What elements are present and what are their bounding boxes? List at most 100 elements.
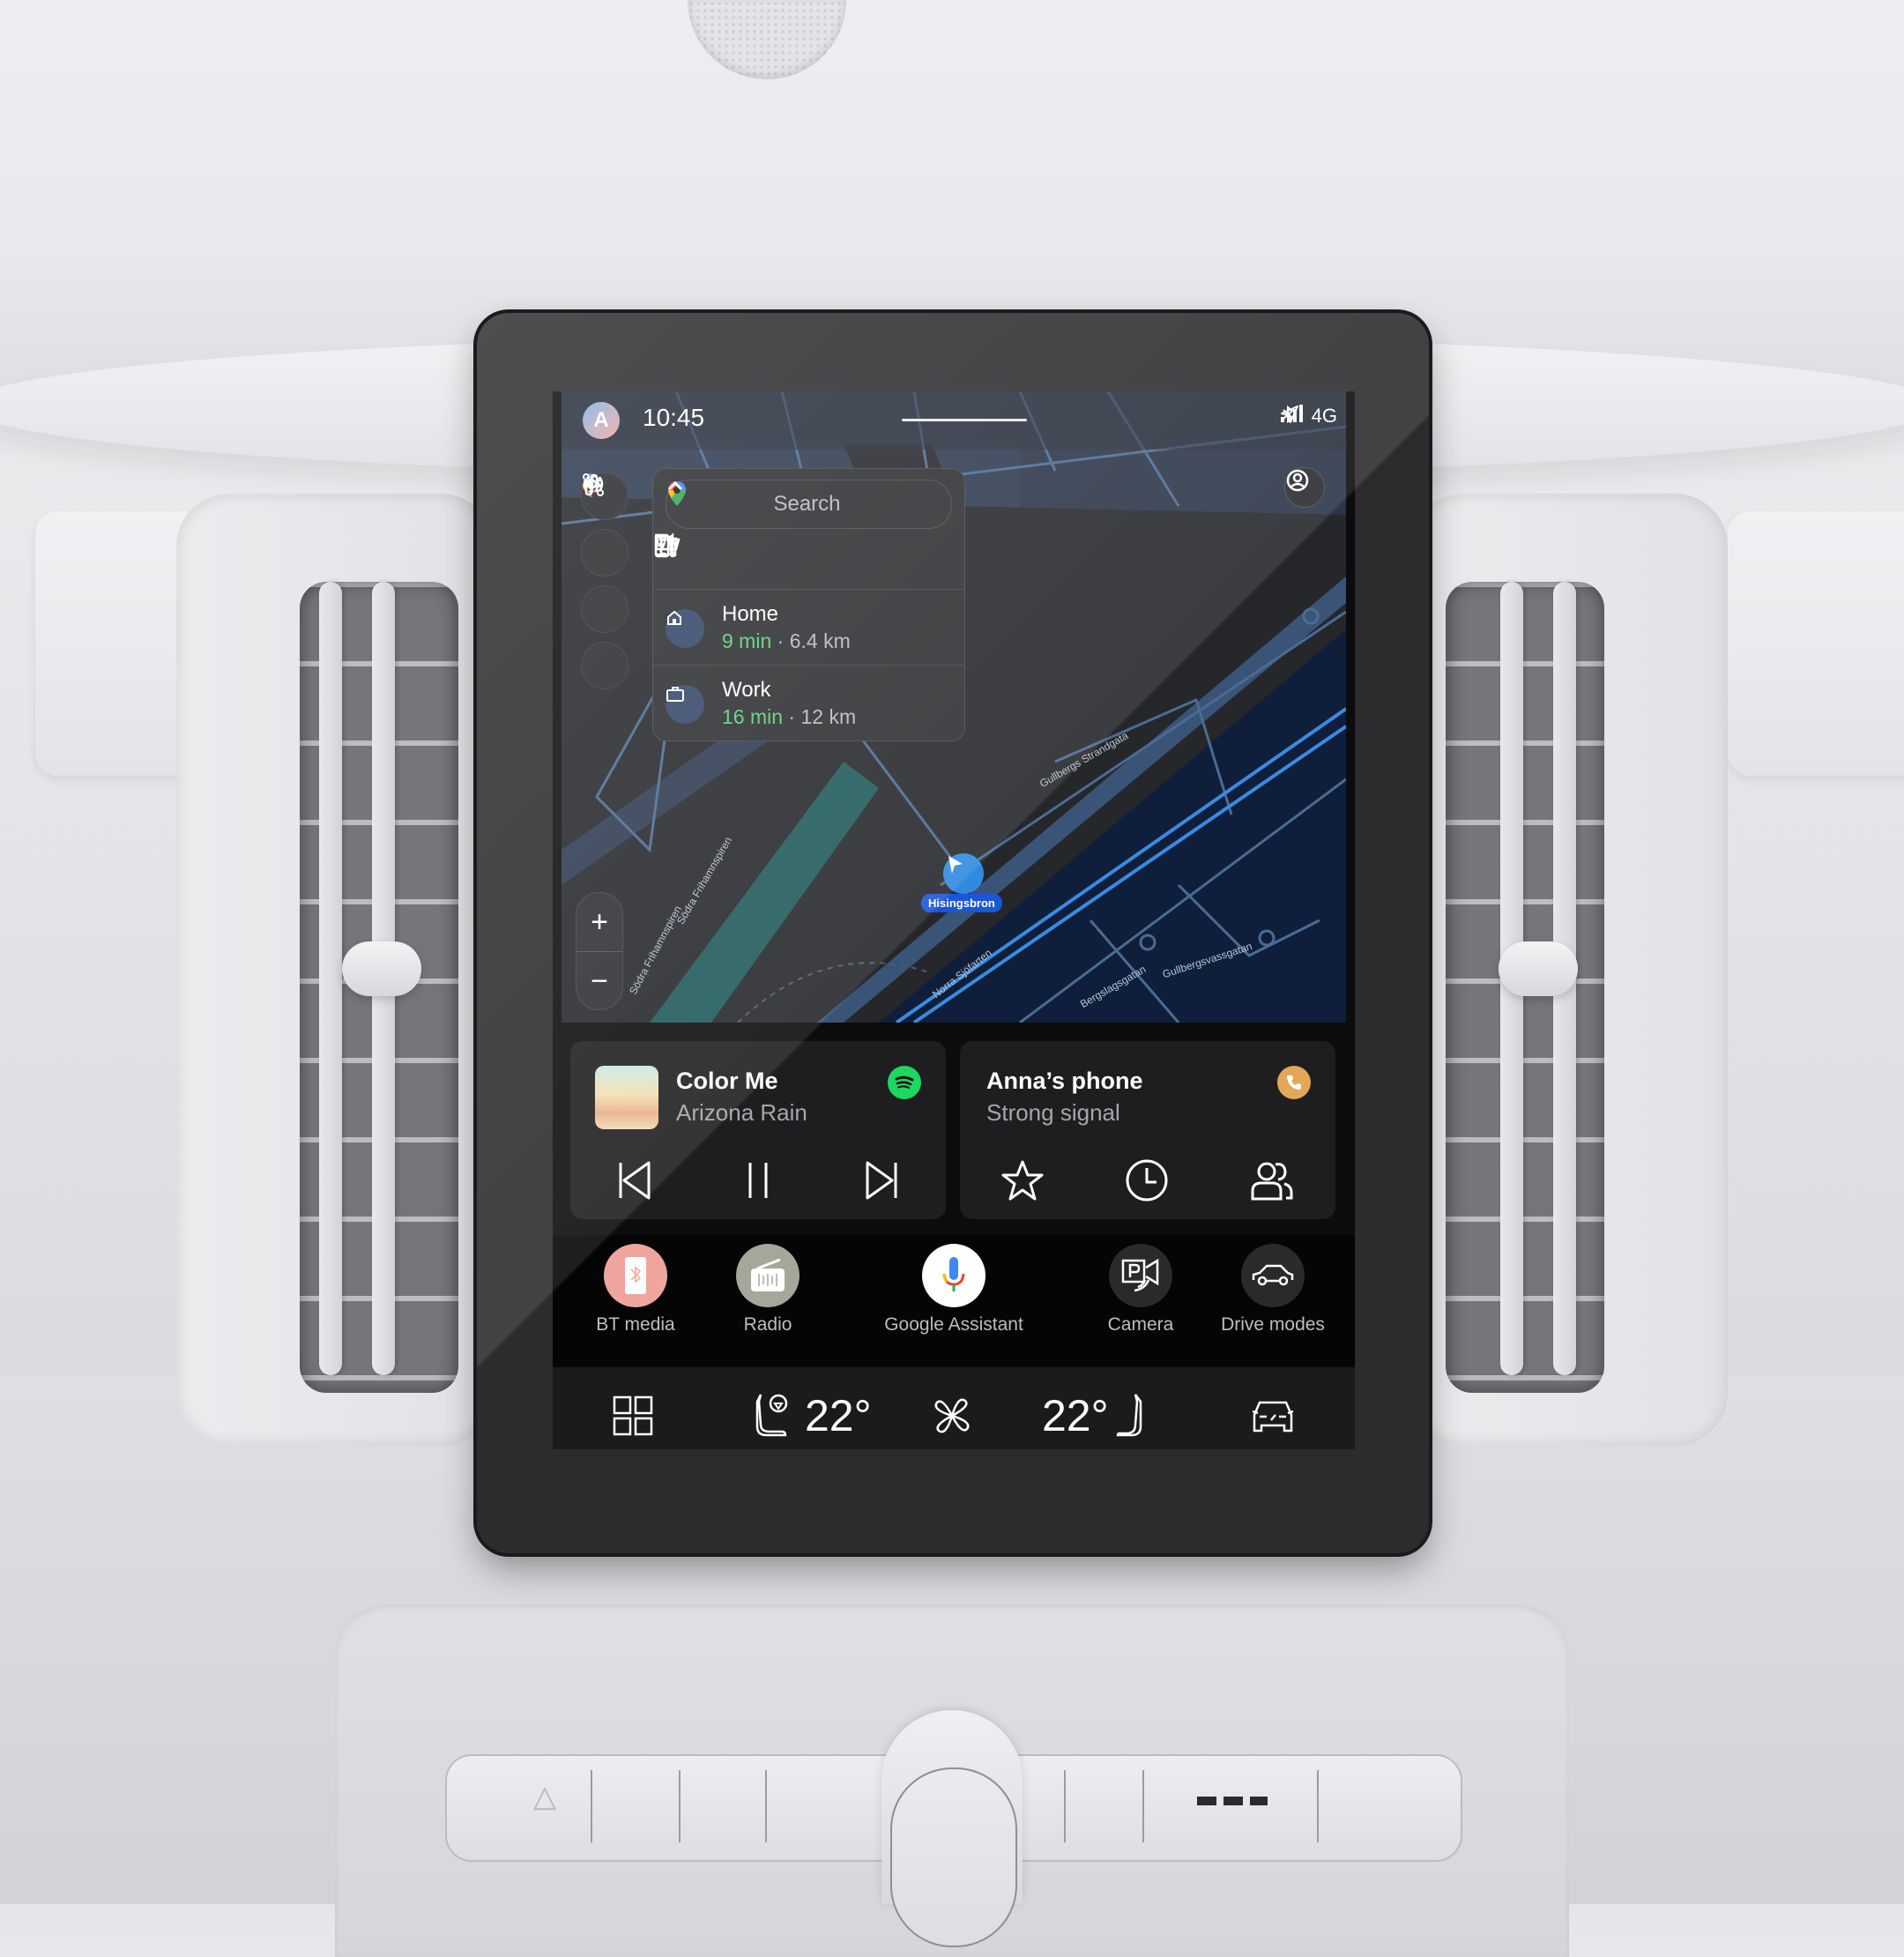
app-label: Drive modes: [1221, 1314, 1325, 1335]
separator: ·: [771, 629, 790, 652]
driver-temperature: 22°: [805, 1391, 872, 1440]
recents-icon: [1126, 1159, 1168, 1202]
vent-blade: [319, 582, 342, 1375]
passenger-seat-icon: [1116, 1394, 1142, 1437]
app-label: Camera: [1107, 1314, 1174, 1335]
app-grid-icon: [613, 1395, 653, 1436]
route-icon: [583, 473, 604, 496]
recents-button[interactable]: [1125, 1158, 1169, 1202]
hazard-button-icon[interactable]: △: [533, 1779, 556, 1814]
pause-button[interactable]: [745, 1160, 771, 1201]
favorites-icon: [1001, 1160, 1044, 1201]
phone-signal-status: Strong signal: [986, 1099, 1120, 1126]
app-label: Google Assistant: [884, 1314, 1023, 1335]
map-zoom-control: + −: [576, 892, 623, 1010]
button-divider: [679, 1770, 681, 1842]
map-action-rail: [581, 473, 628, 689]
fan-button[interactable]: [930, 1367, 974, 1449]
destination-meta: 9 min · 6.4 km: [722, 629, 851, 653]
driver-seat-icon: [755, 1394, 788, 1437]
left-vent-knob[interactable]: [342, 941, 421, 996]
search-panel: Search Home 9 min · 6.4 km Work 16 min ·…: [652, 468, 965, 741]
account-circle-icon: [1286, 469, 1309, 492]
track-artist: Arizona Rain: [676, 1099, 807, 1126]
app-google-assistant[interactable]: Google Assistant: [883, 1244, 1024, 1336]
climate-bar: 22° 22°: [553, 1367, 1355, 1449]
app-bt-media[interactable]: BT media: [565, 1244, 706, 1336]
current-location-marker[interactable]: [943, 853, 984, 894]
app-radio[interactable]: Radio: [697, 1244, 838, 1336]
contacts-icon: [1251, 1162, 1293, 1201]
app-grid-button[interactable]: [613, 1367, 653, 1449]
driver-climate[interactable]: 22°: [755, 1367, 872, 1449]
car-status-button[interactable]: [1249, 1367, 1297, 1449]
account-button[interactable]: [1284, 467, 1325, 508]
phone-controls: [960, 1154, 1335, 1207]
infotainment-screen: Gullbergs Strandgata Gullbergsvassgatan …: [553, 391, 1355, 1449]
rear-defrost-button-icon[interactable]: [1197, 1797, 1268, 1805]
phone-widget[interactable]: Anna’s phone Strong signal: [960, 1041, 1335, 1219]
clock: 10:45: [643, 404, 705, 431]
zoom-out-button[interactable]: −: [576, 952, 622, 1010]
track-title: Color Me: [676, 1068, 778, 1094]
right-trim-panel: [1728, 511, 1904, 776]
briefcase-icon: [666, 685, 704, 724]
route-options-button[interactable]: [581, 473, 628, 689]
contacts-button[interactable]: [1249, 1159, 1295, 1202]
destination-distance: 6.4 km: [789, 629, 851, 652]
spotify-icon[interactable]: [888, 1066, 921, 1099]
previous-track-button[interactable]: [615, 1160, 654, 1201]
fan-icon: [934, 1398, 970, 1433]
destination-eta: 9 min: [722, 629, 772, 652]
passenger-climate[interactable]: 22°: [1042, 1367, 1142, 1449]
notification-pull-handle[interactable]: [902, 419, 1027, 421]
app-launcher-row: BT media Radio Google Assistant Camera D…: [553, 1235, 1355, 1367]
category-shortcuts: [653, 532, 964, 592]
voice-guidance-button[interactable]: [581, 475, 628, 633]
button-divider: [591, 1770, 592, 1842]
pause-icon: [748, 1163, 768, 1198]
car-front-icon: [1252, 1401, 1294, 1432]
search-input[interactable]: Search: [666, 480, 952, 529]
navigation-map[interactable]: Gullbergs Strandgata Gullbergsvassgatan …: [562, 391, 1346, 1023]
drive-modes-icon: [1241, 1244, 1305, 1307]
passenger-temperature: 22°: [1042, 1391, 1109, 1440]
status-icons: 4G: [1280, 405, 1337, 428]
network-type: 4G: [1311, 405, 1337, 427]
app-drive-modes[interactable]: Drive modes: [1202, 1244, 1343, 1336]
phone-call-icon[interactable]: [1277, 1066, 1311, 1099]
next-track-button[interactable]: [862, 1160, 901, 1201]
parking-camera-icon: [1109, 1244, 1172, 1307]
bt-media-icon: [604, 1244, 667, 1307]
destination-distance: 12 km: [800, 705, 857, 728]
radio-icon: [736, 1244, 800, 1307]
media-widget[interactable]: Color Me Arizona Rain: [570, 1041, 946, 1219]
album-art: [595, 1066, 658, 1129]
status-bar: A 10:45 4G: [562, 391, 1346, 450]
destination-home[interactable]: Home 9 min · 6.4 km: [653, 589, 964, 666]
map-settings-button[interactable]: [581, 474, 628, 577]
zoom-in-button[interactable]: +: [576, 893, 622, 952]
current-location-label: Hisingsbron: [921, 894, 1002, 912]
navigation-arrow-icon: [948, 856, 963, 874]
previous-icon: [619, 1161, 651, 1200]
app-label: BT media: [596, 1314, 675, 1335]
user-avatar[interactable]: A: [583, 402, 620, 439]
app-label: Radio: [743, 1314, 792, 1335]
button-divider: [1064, 1770, 1066, 1842]
volume-knob[interactable]: [890, 1767, 1017, 1947]
button-divider: [1142, 1770, 1144, 1842]
destination-name: Home: [722, 602, 779, 626]
button-divider: [765, 1770, 767, 1842]
home-icon: [666, 609, 704, 648]
destination-work[interactable]: Work 16 min · 12 km: [653, 665, 964, 741]
search-placeholder: Search: [773, 492, 841, 516]
media-controls: [570, 1154, 946, 1207]
destination-eta: 16 min: [722, 705, 784, 728]
favorites-button[interactable]: [1000, 1159, 1045, 1202]
app-camera[interactable]: Camera: [1070, 1244, 1211, 1336]
destination-meta: 16 min · 12 km: [722, 705, 856, 729]
right-vent-knob[interactable]: [1499, 941, 1578, 996]
next-icon: [866, 1161, 897, 1200]
phone-name: Anna’s phone: [986, 1068, 1143, 1094]
